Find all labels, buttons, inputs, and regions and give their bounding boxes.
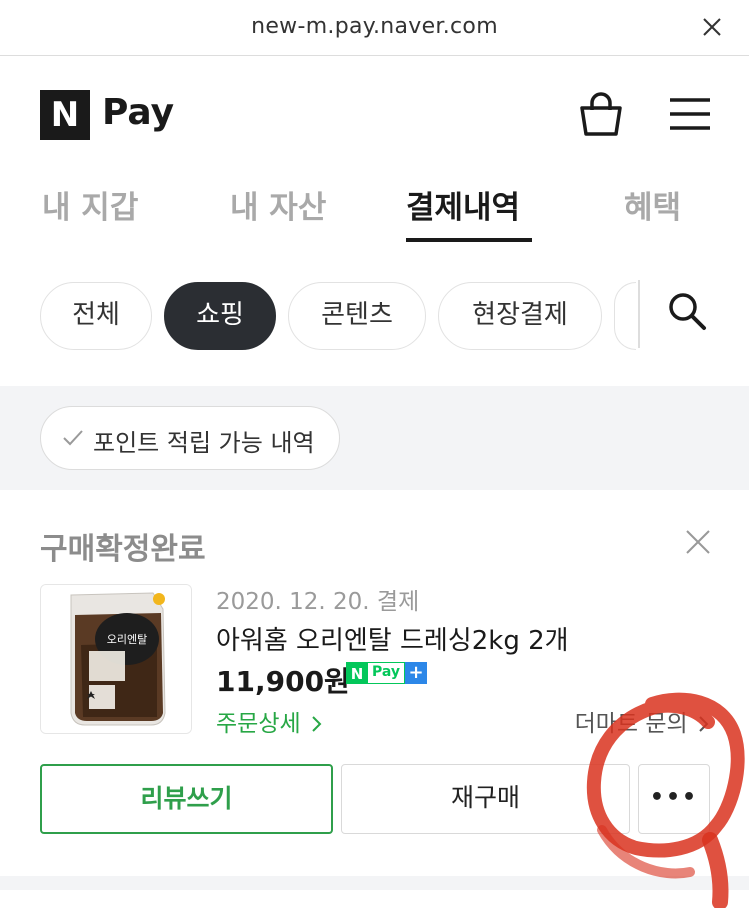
store-inquiry-label: 더마트 문의 bbox=[574, 711, 688, 737]
search-icon[interactable] bbox=[666, 290, 708, 332]
hamburger-menu-icon[interactable] bbox=[668, 96, 712, 132]
chevron-right-icon bbox=[312, 716, 322, 732]
close-icon[interactable] bbox=[701, 16, 723, 38]
order-date: 2020. 12. 20. 결제 bbox=[216, 589, 420, 615]
active-tab-indicator bbox=[406, 238, 532, 242]
chip-all[interactable]: 전체 bbox=[40, 282, 152, 350]
section-divider bbox=[0, 876, 749, 890]
npay-badge-n: N bbox=[346, 662, 368, 684]
chip-contents[interactable]: 콘텐츠 bbox=[288, 282, 426, 350]
app-header: N Pay bbox=[0, 56, 749, 176]
pouch-label-text: 오리엔탈 bbox=[107, 633, 147, 646]
divider bbox=[638, 280, 640, 348]
npay-badge-pay: Pay bbox=[368, 662, 406, 684]
chevron-right-icon bbox=[699, 716, 709, 732]
store-inquiry-link[interactable]: 더마트 문의 bbox=[575, 704, 709, 738]
url-text[interactable]: new-m.pay.naver.com bbox=[0, 14, 749, 39]
dressing-pouch-image: 오리엔탈 bbox=[41, 585, 191, 733]
order-status: 구매확정완료 bbox=[40, 532, 206, 567]
tab-assets[interactable]: 내 자산 bbox=[230, 182, 326, 227]
chip-shopping[interactable]: 쇼핑 bbox=[164, 282, 276, 350]
main-tabs: 내 지갑 내 자산 결제내역 혜택 bbox=[0, 176, 749, 246]
category-chips: 전체 쇼핑 콘텐츠 현장결제 bbox=[0, 262, 749, 386]
shopping-bag-icon[interactable] bbox=[576, 90, 626, 140]
npay-badge-plus: + bbox=[405, 662, 428, 684]
point-eligible-filter[interactable]: 포인트 적립 가능 내역 bbox=[40, 406, 340, 470]
order-detail-label: 주문상세 bbox=[216, 711, 301, 737]
order-card: 구매확정완료 오리엔탈 2020. 12. 20. 결제 아워홈 오리엔탈 드레… bbox=[0, 490, 749, 876]
product-thumbnail[interactable]: 오리엔탈 bbox=[40, 584, 192, 734]
logo-text[interactable]: Pay bbox=[102, 92, 174, 133]
tab-payment-history[interactable]: 결제내역 bbox=[406, 182, 520, 227]
write-review-button[interactable]: 리뷰쓰기 bbox=[40, 764, 333, 834]
chip-onsite-payment[interactable]: 현장결제 bbox=[438, 282, 602, 350]
more-options-button[interactable]: ••• bbox=[638, 764, 710, 834]
delete-close-icon[interactable] bbox=[684, 528, 712, 556]
tab-benefits[interactable]: 혜택 bbox=[624, 182, 681, 227]
point-filter-label: 포인트 적립 가능 내역 bbox=[93, 429, 315, 457]
filter-area: 포인트 적립 가능 내역 bbox=[0, 386, 749, 490]
tab-wallet[interactable]: 내 지갑 bbox=[42, 182, 138, 227]
check-icon bbox=[63, 430, 83, 446]
reorder-button[interactable]: 재구매 bbox=[341, 764, 630, 834]
npay-plus-badge: N Pay + bbox=[346, 662, 428, 684]
product-name[interactable]: 아워홈 오리엔탈 드레싱2kg 2개 bbox=[216, 620, 569, 657]
browser-url-bar: new-m.pay.naver.com bbox=[0, 0, 749, 56]
chip-next-partial[interactable] bbox=[614, 282, 636, 350]
product-price: 11,900원 bbox=[216, 665, 350, 698]
order-detail-link[interactable]: 주문상세 bbox=[216, 704, 322, 738]
naver-logo-icon[interactable]: N bbox=[40, 90, 90, 140]
